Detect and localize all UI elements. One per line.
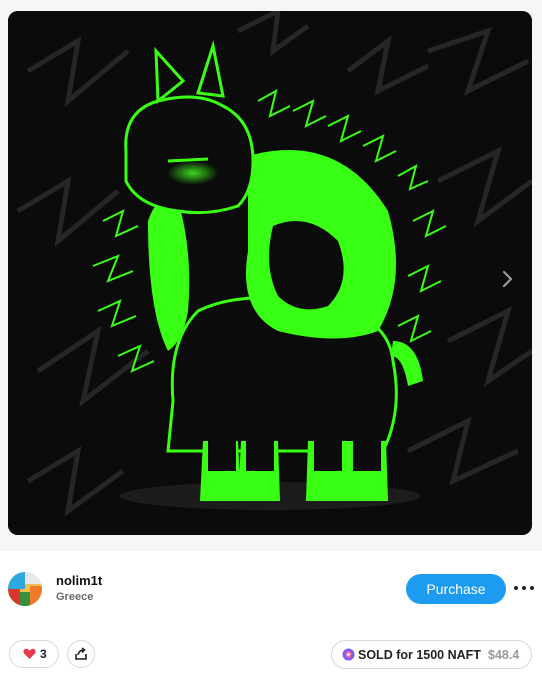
chevron-right-icon[interactable]: [498, 267, 518, 291]
more-horizontal-icon[interactable]: [512, 580, 536, 596]
heart-icon: [23, 648, 36, 659]
creator-username[interactable]: nolim1t: [56, 573, 102, 588]
llama-artwork-image: [8, 11, 532, 535]
like-count: 3: [40, 647, 47, 661]
avatar-icon[interactable]: [8, 572, 42, 606]
sold-price-badge[interactable]: SOLD for 1500 NAFT $48.4: [331, 640, 532, 669]
share-button[interactable]: [67, 640, 95, 668]
like-button[interactable]: 3: [9, 640, 59, 668]
sold-usd-value: $48.4: [488, 648, 520, 662]
creator-location: Greece: [56, 591, 94, 603]
nft-artwork[interactable]: [8, 11, 532, 535]
share-icon: [75, 647, 87, 660]
post-actions-bar: 3 SOLD for 1500 NAFT $48.4: [0, 628, 542, 679]
post-info-bar: nolim1t Greece Purchase: [0, 549, 542, 629]
purchase-button[interactable]: Purchase: [406, 574, 506, 604]
naft-token-icon: [342, 648, 355, 661]
sold-price-text: SOLD for 1500 NAFT: [358, 648, 481, 662]
